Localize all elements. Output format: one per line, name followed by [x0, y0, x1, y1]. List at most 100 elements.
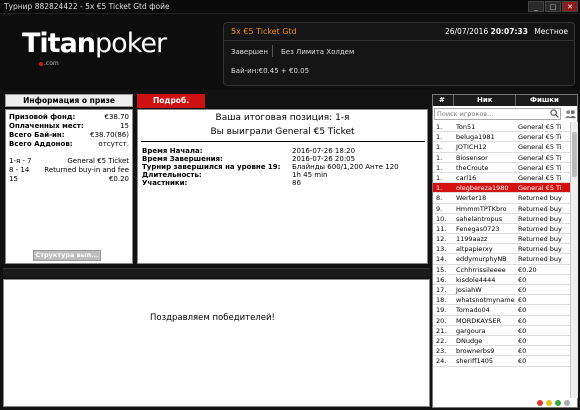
table-row[interactable]: 1. Ton51 General €5 Ti	[433, 122, 570, 133]
winner-panel: Поздравляем победителей!	[3, 279, 430, 407]
tournament-buyin: Бай-ин:€0.45 + €0.05	[231, 67, 310, 75]
result-row-value: 2016-07-26 18:20	[292, 147, 356, 155]
result-row: Время Начала: 2016-07-26 18:20	[142, 147, 426, 155]
payout-structure-button[interactable]: Структура вып...	[33, 250, 101, 261]
player-rank: 22.	[436, 336, 447, 345]
payout-prize: Returned buy-in and fee	[44, 166, 129, 174]
table-row[interactable]: 24. sheriff1405 €0	[433, 356, 570, 367]
table-row[interactable]: 20. MORDKAYSER €0	[433, 316, 570, 326]
player-nick: whatsnotmyname	[456, 296, 515, 305]
users-icon[interactable]	[564, 109, 577, 119]
player-rank: 20.	[436, 316, 447, 325]
player-nick: beluga1981	[456, 133, 495, 142]
table-row[interactable]: 11. Fenegas0723 Returned buy	[433, 224, 570, 235]
player-nick: olegbereza1980	[456, 184, 509, 193]
table-row-selected[interactable]: 1. olegbereza1980 General €5 Ti	[433, 183, 570, 194]
table-row[interactable]: 15. Cchhrrissileeee €0.20	[433, 265, 570, 275]
table-row[interactable]: 22. DNudge €0	[433, 336, 570, 347]
tournament-time-zone: Местное	[534, 27, 568, 36]
player-rank: 10.	[436, 214, 447, 223]
player-search-input[interactable]	[434, 108, 561, 120]
prize-row-label: Всего Бай-ин:	[9, 131, 65, 139]
table-row[interactable]: 8. Werter18 Returned buy	[433, 193, 570, 204]
player-chips: Returned buy	[518, 255, 562, 264]
tab-details[interactable]: Подроб.	[137, 94, 205, 108]
player-nick: altpapierxy	[456, 245, 493, 254]
players-list: 1. Ton51 General €5 Ti 1. beluga1981 General …	[433, 122, 570, 397]
player-nick: Ton51	[456, 123, 476, 131]
scrollbar-thumb[interactable]	[572, 132, 577, 177]
table-row[interactable]: 1. Biosensor General €5 Ti	[433, 153, 570, 163]
status-dot-icon[interactable]	[564, 400, 570, 406]
table-row[interactable]: 13. altpapierxy Returned buy	[433, 244, 570, 255]
player-chips: Returned buy	[518, 235, 562, 244]
player-nick: kisdole4444	[456, 275, 496, 284]
players-scrollbar[interactable]	[570, 122, 578, 398]
table-row[interactable]: 21. gargoura €0	[433, 326, 570, 336]
divider	[453, 95, 454, 106]
table-row[interactable]: 1. theCroute General €5 Ti	[433, 163, 570, 173]
table-row[interactable]: 9. HmmmTPTKbro Returned buy	[433, 204, 570, 214]
status-dot-icon[interactable]	[546, 400, 552, 406]
player-rank: 16.	[436, 275, 447, 284]
table-row[interactable]: 1. carl16 General €5 Ti	[433, 173, 570, 184]
maximize-button[interactable]: □	[545, 1, 561, 12]
table-row[interactable]: 1. beluga1981 General €5 Ti	[433, 132, 570, 143]
result-row: Длительность: 1h 45 min	[142, 171, 426, 179]
table-row[interactable]: 16. kisdole4444 €0	[433, 275, 570, 285]
player-chips: €0	[518, 326, 527, 335]
column-header-number[interactable]: #	[439, 95, 445, 106]
result-row-value: Блайнды 600/1,200 Анте 120	[292, 163, 399, 171]
table-row[interactable]: 19. Tornado04 €0	[433, 305, 570, 316]
header: Titanpoker .com 5x €5 Ticket Gtd 26/07/2…	[0, 14, 580, 90]
table-row[interactable]: 10. sahelantropus Returned buy	[433, 214, 570, 224]
prize-row-label: Всего Аддонов:	[9, 140, 73, 148]
minimize-button[interactable]: _	[528, 1, 544, 12]
table-row[interactable]: 18. whatsnotmyname €0	[433, 295, 570, 306]
player-rank: 11.	[436, 224, 447, 233]
player-rank: 21.	[436, 326, 447, 335]
tournament-status: Завершен	[231, 48, 268, 56]
status-dot-icon[interactable]	[537, 400, 543, 406]
result-panel: Ваша итоговая позиция: 1-я Вы выиграли G…	[137, 109, 428, 264]
prize-row-value: €38.70(86)	[90, 131, 129, 139]
player-nick: DNudge	[456, 336, 483, 345]
table-row[interactable]: 12. 1199aazz Returned buy	[433, 234, 570, 245]
player-rank: 18.	[436, 296, 447, 305]
final-position: Ваша итоговая позиция: 1-я	[215, 113, 350, 123]
player-chips: €0	[518, 347, 527, 356]
players-table-header: # Ник Фишки	[433, 95, 577, 106]
player-nick: sheriff1405	[456, 357, 494, 366]
table-row[interactable]: 23. brownerbs9 €0	[433, 346, 570, 357]
player-rank: 1.	[436, 143, 443, 152]
close-button[interactable]: ✕	[562, 1, 578, 12]
table-row[interactable]: 1. JOTICH12 General €5 Ti	[433, 142, 570, 153]
player-rank: 17.	[436, 286, 447, 294]
column-header-nick[interactable]: Ник	[477, 95, 493, 106]
player-rank: 8.	[436, 194, 443, 203]
payout-place: 1-я - 7	[9, 157, 32, 165]
tournament-info-box: 5x €5 Ticket Gtd 26/07/2016 20:07:33 Мес…	[223, 22, 575, 86]
player-chips: General €5 Ti	[518, 173, 562, 182]
player-nick: MORDKAYSER	[456, 316, 502, 325]
player-rank: 14.	[436, 255, 447, 264]
status-dot-icon[interactable]	[555, 400, 561, 406]
payout-prize: General €5 Ticket	[67, 157, 129, 165]
player-nick: carl16	[456, 173, 477, 182]
column-header-chips[interactable]: Фишки	[530, 95, 559, 106]
player-nick: sahelantropus	[456, 214, 503, 223]
player-nick: Tornado04	[456, 306, 490, 315]
prize-row-value: 15	[120, 122, 129, 130]
logo-brand-bold: Titan	[22, 28, 96, 59]
player-nick: gargoura	[456, 326, 486, 335]
search-icon[interactable]	[550, 109, 559, 118]
player-nick: brownerbs9	[456, 347, 495, 356]
table-row[interactable]: 14. eddymurphyNB Returned buy	[433, 254, 570, 265]
prize-row: Призовой фонд: €38.70	[9, 113, 131, 122]
payout-row: 8 - 14 Returned buy-in and fee	[9, 166, 131, 175]
player-nick: 1199aazz	[456, 235, 488, 244]
logo-brand-rest: poker	[95, 28, 167, 59]
divider	[272, 45, 273, 57]
divider	[141, 141, 425, 142]
table-row[interactable]: 17. JosiahW €0	[433, 285, 570, 296]
